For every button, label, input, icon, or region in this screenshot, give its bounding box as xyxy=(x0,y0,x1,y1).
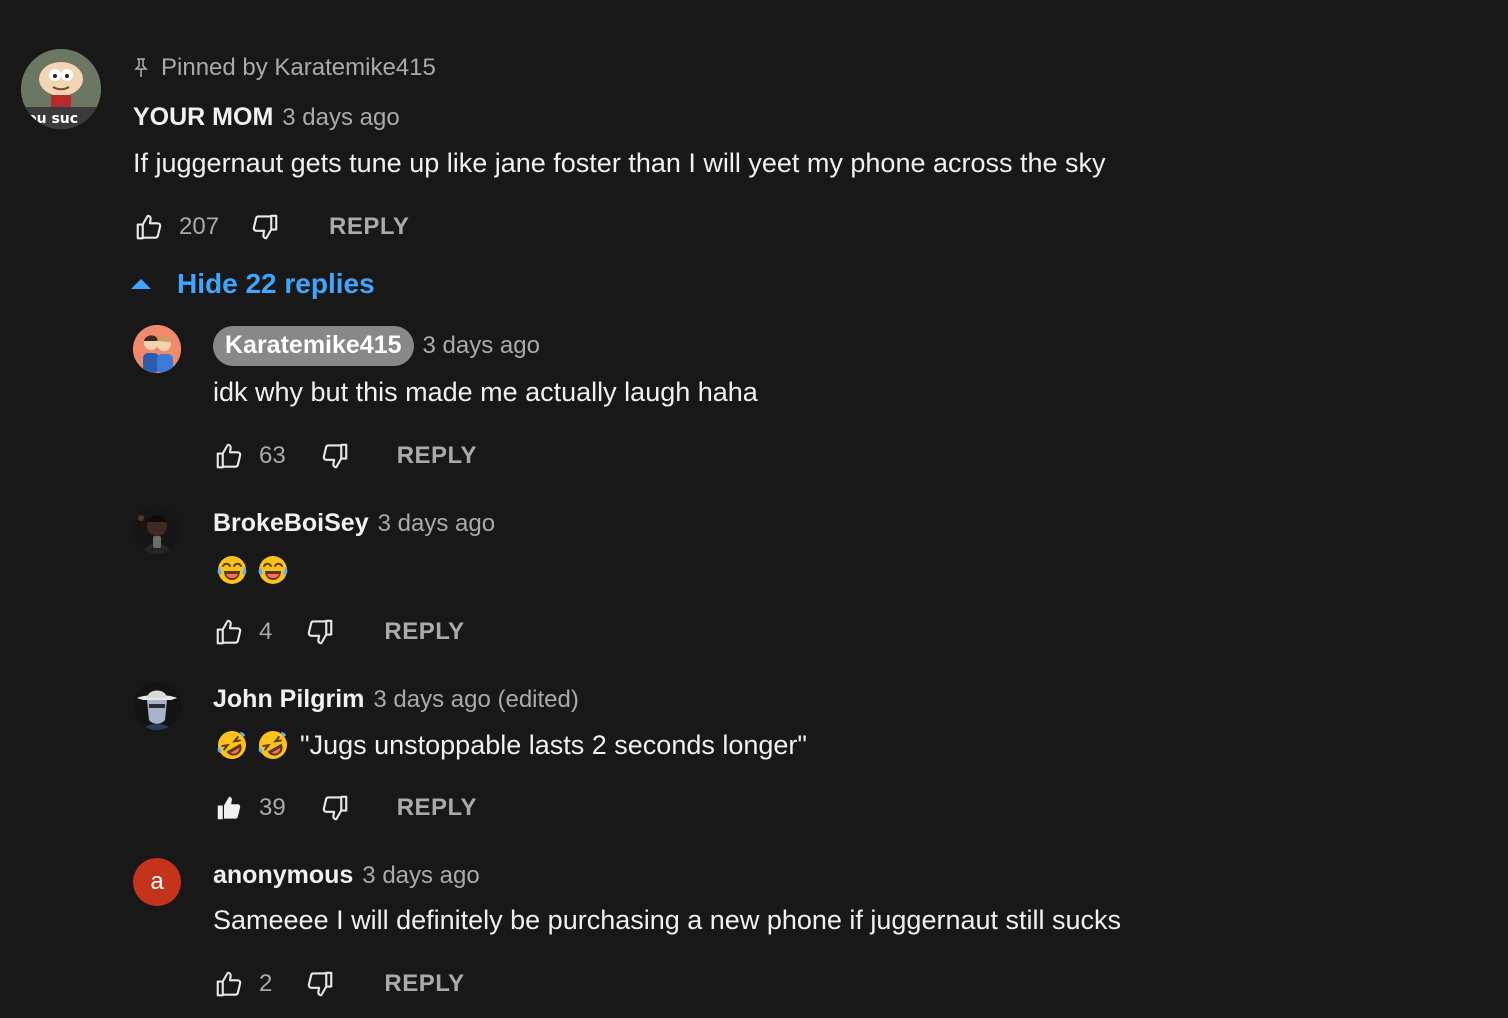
avatar-letter: a xyxy=(150,868,164,895)
dislike-icon[interactable] xyxy=(249,212,281,242)
reply-text-1: idk why but this made me actually laugh … xyxy=(213,377,758,408)
rolling-on-the-floor-laughing-icon xyxy=(216,729,248,761)
face-with-tears-of-joy-icon xyxy=(257,554,289,586)
like-icon[interactable] xyxy=(213,441,245,471)
like-count-2: 4 xyxy=(259,618,273,645)
like-count-1: 63 xyxy=(259,442,286,469)
reply-actions-3: 39 REPLY xyxy=(213,793,477,823)
reply-author-3[interactable]: John Pilgrim xyxy=(213,685,364,714)
comment-text-content: If juggernaut gets tune up like jane fos… xyxy=(133,148,1106,178)
brokeboisey-avatar[interactable] xyxy=(133,506,181,554)
reply-timestamp-2[interactable]: 3 days ago xyxy=(378,510,495,538)
reply-text-content-1: idk why but this made me actually laugh … xyxy=(213,377,758,407)
john-pilgrim-avatar[interactable] xyxy=(133,682,181,730)
karatemike415-avatar[interactable] xyxy=(133,325,181,373)
like-count-4: 2 xyxy=(259,970,273,997)
dislike-icon[interactable] xyxy=(319,793,351,823)
reply-text-2 xyxy=(216,554,298,586)
reply-header-4: anonymous 3 days ago xyxy=(213,861,480,890)
reply-header-2: BrokeBoiSey 3 days ago xyxy=(213,509,495,538)
reply-text-content-4: Sameeee I will definitely be purchasing … xyxy=(213,905,1122,935)
person-photo-avatar-icon xyxy=(133,506,181,554)
comment-author[interactable]: YOUR MOM xyxy=(133,103,273,132)
hide-replies-label: Hide 22 replies xyxy=(177,268,375,299)
reply-actions-1: 63 REPLY xyxy=(213,441,477,471)
like-icon[interactable] xyxy=(133,212,165,242)
comment-text: If juggernaut gets tune up like jane fos… xyxy=(133,148,1106,179)
reply-author-2[interactable]: BrokeBoiSey xyxy=(213,509,369,538)
reply-text-3: "Jugs unstoppable lasts 2 seconds longer… xyxy=(216,729,807,761)
like-icon[interactable] xyxy=(213,969,245,999)
face-with-tears-of-joy-icon xyxy=(216,554,248,586)
pinned-text: Pinned by Karatemike415 xyxy=(161,54,436,81)
comment-header: YOUR MOM 3 days ago xyxy=(133,103,400,132)
reply-author-4[interactable]: anonymous xyxy=(213,861,353,890)
comment-actions: 207 REPLY xyxy=(133,212,409,242)
like-count-3: 39 xyxy=(259,794,286,821)
cartoon-avatar-icon: ou suc xyxy=(21,49,101,129)
dislike-icon[interactable] xyxy=(304,617,336,647)
like-filled-icon[interactable] xyxy=(213,793,245,823)
reply-timestamp-3[interactable]: 3 days ago (edited) xyxy=(373,686,578,714)
hide-replies-button[interactable]: Hide 22 replies xyxy=(131,268,375,300)
reply-button-3[interactable]: REPLY xyxy=(397,794,477,822)
reply-text-content-3: "Jugs unstoppable lasts 2 seconds longer… xyxy=(300,729,807,760)
channel-owner-badge[interactable]: Karatemike415 xyxy=(213,326,414,366)
anonymous-avatar[interactable]: a xyxy=(133,858,181,906)
dislike-icon[interactable] xyxy=(304,969,336,999)
reply-button-4[interactable]: REPLY xyxy=(384,970,464,998)
comment-timestamp[interactable]: 3 days ago xyxy=(282,104,399,132)
pinned-label: Pinned by Karatemike415 xyxy=(133,54,436,82)
svg-text:ou suc: ou suc xyxy=(27,111,78,127)
your-mom-avatar[interactable]: ou suc xyxy=(21,49,101,129)
reply-button-1[interactable]: REPLY xyxy=(397,442,477,470)
reply-text-4: Sameeee I will definitely be purchasing … xyxy=(213,905,1121,936)
like-count: 207 xyxy=(179,213,220,240)
caret-up-icon xyxy=(131,279,151,289)
comments-section: ou suc Pinned by Karatemike415 YOUR MOM … xyxy=(0,0,1508,1018)
like-icon[interactable] xyxy=(213,617,245,647)
pin-icon xyxy=(134,58,148,77)
dislike-icon[interactable] xyxy=(319,441,351,471)
cowboy-avatar-icon xyxy=(133,682,181,730)
reply-timestamp-1[interactable]: 3 days ago xyxy=(423,332,540,360)
reply-header-1: Karatemike415 3 days ago xyxy=(213,326,540,366)
reply-button-2[interactable]: REPLY xyxy=(384,618,464,646)
reply-actions-2: 39 4 REPLY xyxy=(213,617,465,647)
rolling-on-the-floor-laughing-icon xyxy=(257,729,289,761)
reply-header-3: John Pilgrim 3 days ago (edited) xyxy=(213,685,579,714)
reply-button[interactable]: REPLY xyxy=(329,213,409,241)
reply-actions-4: 2 REPLY xyxy=(213,969,465,999)
reply-timestamp-4[interactable]: 3 days ago xyxy=(362,862,479,890)
two-people-avatar-icon xyxy=(133,325,181,373)
